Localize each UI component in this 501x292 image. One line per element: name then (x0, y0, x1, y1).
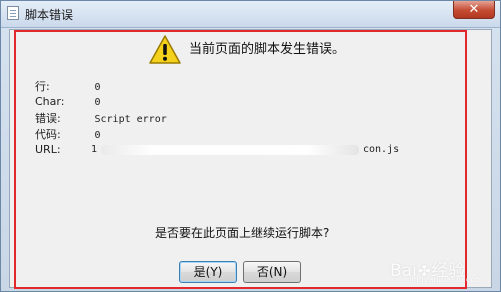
close-icon: ✕ (468, 2, 480, 17)
script-error-window: 脚本错误 ✕ 当前页面的脚本发生错误。 行: 0 Char: 0 错误: Scr… (0, 0, 501, 292)
document-icon (7, 6, 19, 20)
watermark-url: jingyan.baidu.com (409, 275, 483, 284)
close-button[interactable]: ✕ (453, 1, 495, 19)
title-bar[interactable]: 脚本错误 ✕ (1, 1, 500, 28)
window-title: 脚本错误 (25, 8, 74, 22)
red-highlight-frame (14, 30, 467, 289)
baidu-jingyan-watermark: Bai✤经验 jingyan.baidu.com (390, 256, 486, 288)
